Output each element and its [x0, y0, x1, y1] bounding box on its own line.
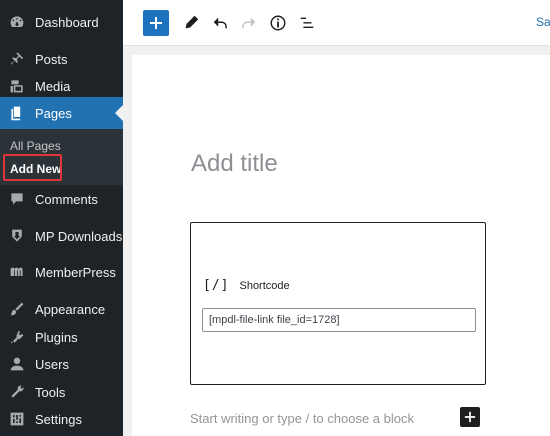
media-icon	[7, 76, 27, 96]
shortcode-icon: [/]	[203, 278, 230, 293]
post-title-input[interactable]: Add title	[191, 150, 278, 178]
undo-button[interactable]	[208, 11, 232, 35]
comment-icon	[7, 189, 27, 209]
sidebar-item-label: MemberPress	[35, 264, 116, 280]
settings-icon	[7, 409, 27, 429]
redo-icon	[242, 17, 256, 29]
redo-button[interactable]	[237, 11, 261, 35]
sidebar-item-label: Posts	[35, 51, 68, 67]
sidebar-item-label: MP Downloads	[35, 228, 123, 244]
shortcode-block-label: Shortcode	[239, 279, 290, 292]
sidebar-item-label: Users	[35, 356, 69, 372]
admin-sidebar: Dashboard Posts Media Pages All Pages Ad…	[0, 0, 123, 436]
dashboard-icon	[7, 12, 27, 32]
sidebar-item-label: Media	[35, 78, 71, 94]
user-icon	[7, 354, 27, 374]
plugin-icon	[7, 327, 27, 347]
shortcode-input[interactable]: [mpdl-file-link file_id=1728]	[202, 308, 476, 332]
sidebar-item-memberpress[interactable]: MemberPress	[0, 256, 123, 288]
sidebar-item-dashboard[interactable]: Dashboard	[0, 6, 123, 38]
shortcode-block[interactable]: [/] Shortcode [mpdl-file-link file_id=17…	[190, 222, 486, 385]
block-inserter-button[interactable]	[143, 10, 169, 36]
shortcode-block-header: [/] Shortcode	[203, 278, 290, 293]
sidebar-item-label: Dashboard	[35, 14, 99, 30]
sidebar-item-label: Plugins	[35, 329, 78, 345]
plus-icon	[464, 411, 476, 423]
details-button[interactable]	[266, 11, 290, 35]
sidebar-item-settings[interactable]: Settings	[0, 403, 123, 435]
add-new-highlight	[3, 154, 62, 181]
submenu-all-pages[interactable]: All Pages	[10, 139, 61, 153]
list-view-icon	[300, 17, 314, 29]
sidebar-item-mp-downloads[interactable]: MP Downloads	[0, 220, 123, 252]
editor-toolbar: Save draft	[123, 0, 550, 46]
sidebar-item-label: Pages	[35, 105, 72, 121]
pages-icon	[7, 103, 27, 123]
save-draft-button[interactable]: Save draft	[536, 15, 550, 29]
inline-inserter-button[interactable]	[460, 407, 480, 427]
list-view-button[interactable]	[295, 11, 319, 35]
pin-icon	[7, 49, 27, 69]
sidebar-item-label: Comments	[35, 191, 98, 207]
sidebar-item-label: Tools	[35, 384, 66, 400]
tools-button[interactable]	[179, 11, 203, 35]
info-icon	[270, 15, 286, 31]
wrench-icon	[7, 382, 27, 402]
pencil-icon	[185, 15, 199, 29]
default-block-appender[interactable]: Start writing or type / to choose a bloc…	[190, 411, 414, 426]
sidebar-item-pages[interactable]: Pages	[0, 97, 123, 129]
plus-icon	[150, 17, 162, 29]
brush-icon	[7, 299, 27, 319]
sidebar-item-label: Appearance	[35, 301, 106, 317]
sidebar-item-label: Settings	[35, 411, 82, 427]
memberpress-icon	[7, 262, 27, 282]
sidebar-item-comments[interactable]: Comments	[0, 183, 123, 215]
editor-canvas: Add title [/] Shortcode [mpdl-file-link …	[132, 55, 550, 436]
download-icon	[7, 226, 27, 246]
undo-icon	[213, 17, 227, 29]
